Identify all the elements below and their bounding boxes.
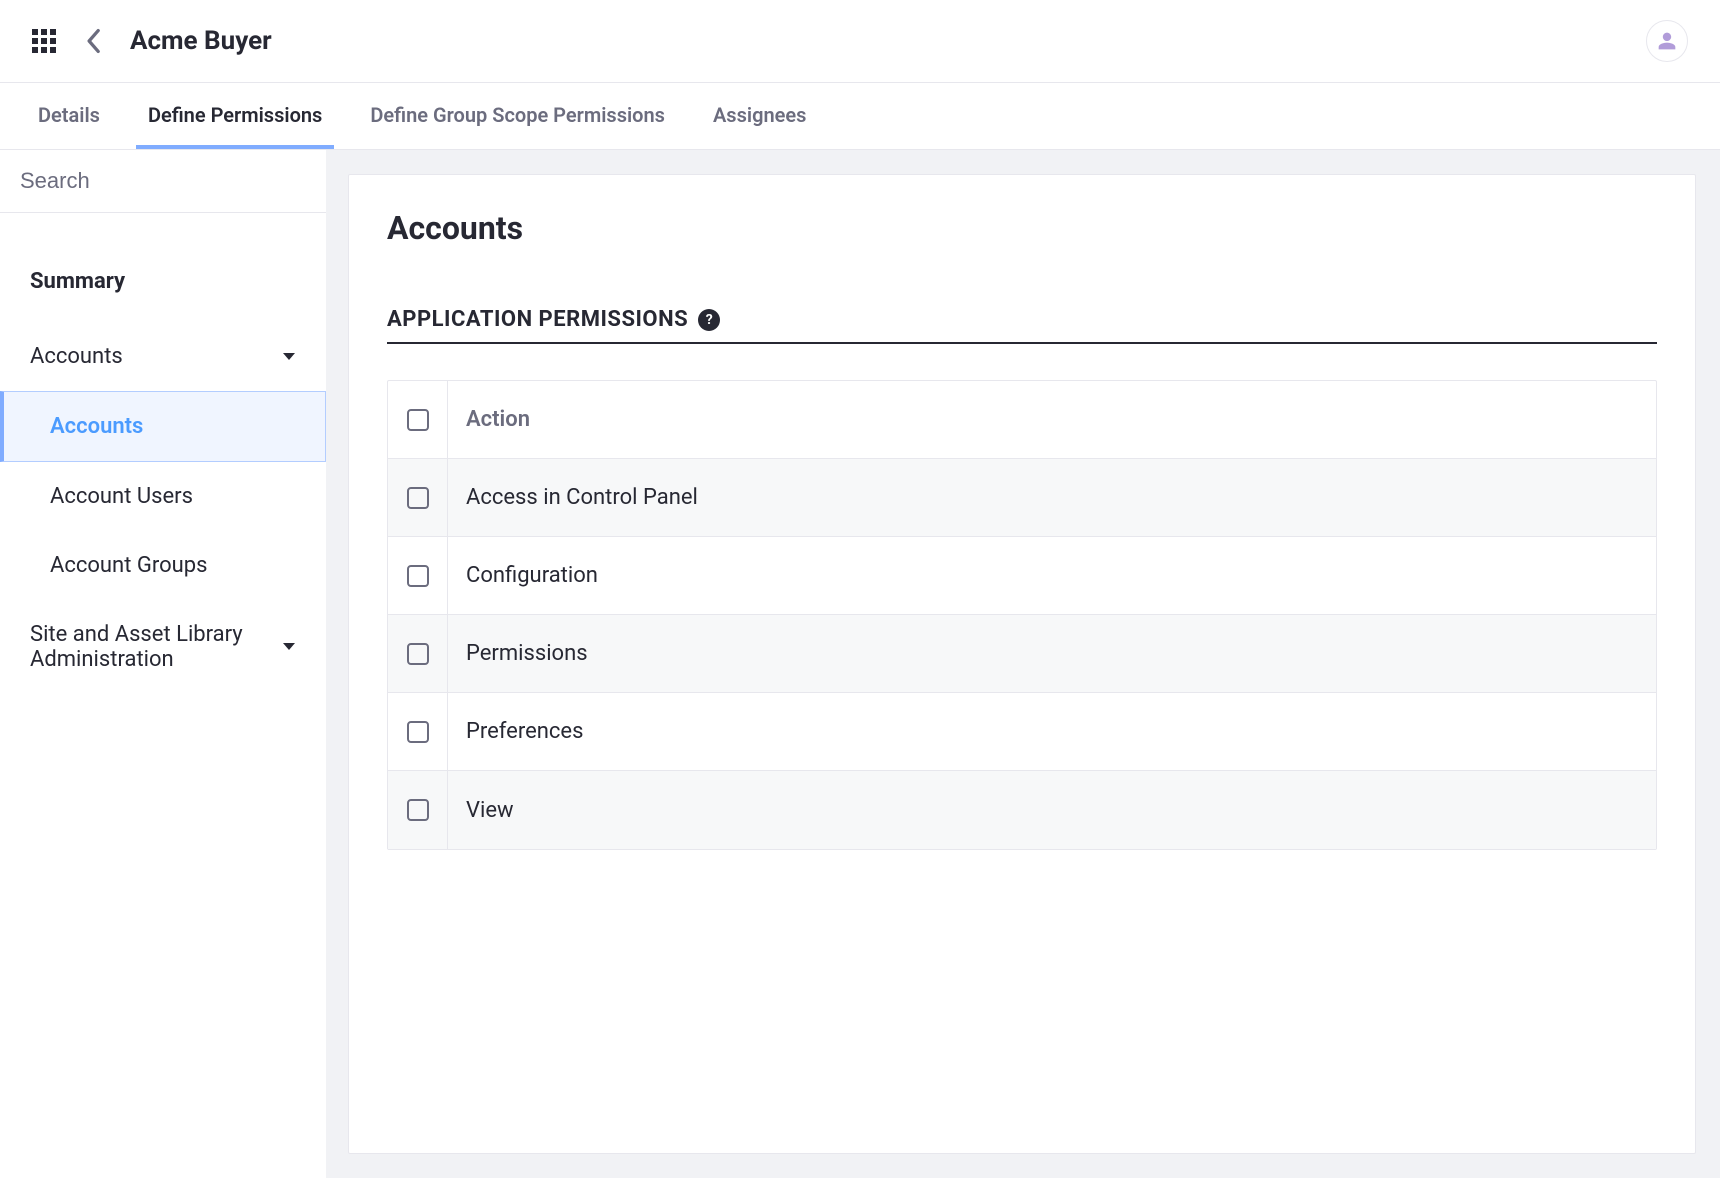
user-icon xyxy=(1657,31,1677,51)
checkbox-cell xyxy=(388,459,448,536)
tab-define-permissions[interactable]: Define Permissions xyxy=(148,83,322,149)
sidebar-item-account-groups[interactable]: Account Groups xyxy=(0,531,326,600)
help-icon[interactable]: ? xyxy=(698,309,720,331)
main-content: Accounts APPLICATION PERMISSIONS ? Actio… xyxy=(326,150,1720,1178)
select-all-cell xyxy=(388,381,448,458)
checkbox-cell xyxy=(388,537,448,614)
section-heading: APPLICATION PERMISSIONS ? xyxy=(387,307,1657,344)
page-header: Acme Buyer xyxy=(0,0,1720,83)
table-row: View xyxy=(388,771,1656,849)
permissions-table: Action Access in Control Panel Configura… xyxy=(387,380,1657,850)
table-row: Configuration xyxy=(388,537,1656,615)
chevron-left-icon xyxy=(84,28,102,54)
tab-assignees[interactable]: Assignees xyxy=(713,83,806,149)
permissions-panel: Accounts APPLICATION PERMISSIONS ? Actio… xyxy=(348,174,1696,1154)
checkbox-cell xyxy=(388,771,448,849)
tab-bar: Details Define Permissions Define Group … xyxy=(0,83,1720,150)
checkbox-cell xyxy=(388,693,448,770)
category-label: Site and Asset Library Administration xyxy=(30,622,260,672)
table-row: Access in Control Panel xyxy=(388,459,1656,537)
sidebar: Summary Accounts Accounts Account Users … xyxy=(0,150,326,1178)
tab-define-group-scope[interactable]: Define Group Scope Permissions xyxy=(370,83,665,149)
permission-checkbox-configuration[interactable] xyxy=(407,565,429,587)
summary-heading[interactable]: Summary xyxy=(0,241,326,322)
permission-checkbox-access-control-panel[interactable] xyxy=(407,487,429,509)
sidebar-nav: Summary Accounts Accounts Account Users … xyxy=(0,213,326,694)
table-header-row: Action xyxy=(388,381,1656,459)
sidebar-item-account-users[interactable]: Account Users xyxy=(0,462,326,531)
permission-label: Configuration xyxy=(448,563,616,588)
workspace: Summary Accounts Accounts Account Users … xyxy=(0,150,1720,1178)
category-label: Accounts xyxy=(30,344,123,369)
column-header-action: Action xyxy=(448,407,548,432)
search-container xyxy=(0,150,326,213)
checkbox-cell xyxy=(388,615,448,692)
section-heading-text: APPLICATION PERMISSIONS xyxy=(387,307,688,332)
permission-label: Preferences xyxy=(448,719,601,744)
category-accounts[interactable]: Accounts xyxy=(0,322,326,391)
caret-down-icon xyxy=(282,642,296,652)
select-all-checkbox[interactable] xyxy=(407,409,429,431)
back-button[interactable] xyxy=(80,24,106,58)
user-avatar[interactable] xyxy=(1646,20,1688,62)
table-row: Preferences xyxy=(388,693,1656,771)
permission-label: Access in Control Panel xyxy=(448,485,716,510)
search-input[interactable] xyxy=(0,150,326,212)
permission-checkbox-view[interactable] xyxy=(407,799,429,821)
panel-title: Accounts xyxy=(387,209,1657,247)
permission-label: Permissions xyxy=(448,641,606,666)
table-row: Permissions xyxy=(388,615,1656,693)
apps-menu-icon[interactable] xyxy=(32,29,56,53)
permission-checkbox-preferences[interactable] xyxy=(407,721,429,743)
permission-checkbox-permissions[interactable] xyxy=(407,643,429,665)
sidebar-item-accounts[interactable]: Accounts xyxy=(0,391,326,462)
page-title: Acme Buyer xyxy=(130,26,272,56)
category-site-asset-admin[interactable]: Site and Asset Library Administration xyxy=(0,600,326,694)
tab-details[interactable]: Details xyxy=(38,83,100,149)
caret-down-icon xyxy=(282,352,296,362)
permission-label: View xyxy=(448,798,532,823)
